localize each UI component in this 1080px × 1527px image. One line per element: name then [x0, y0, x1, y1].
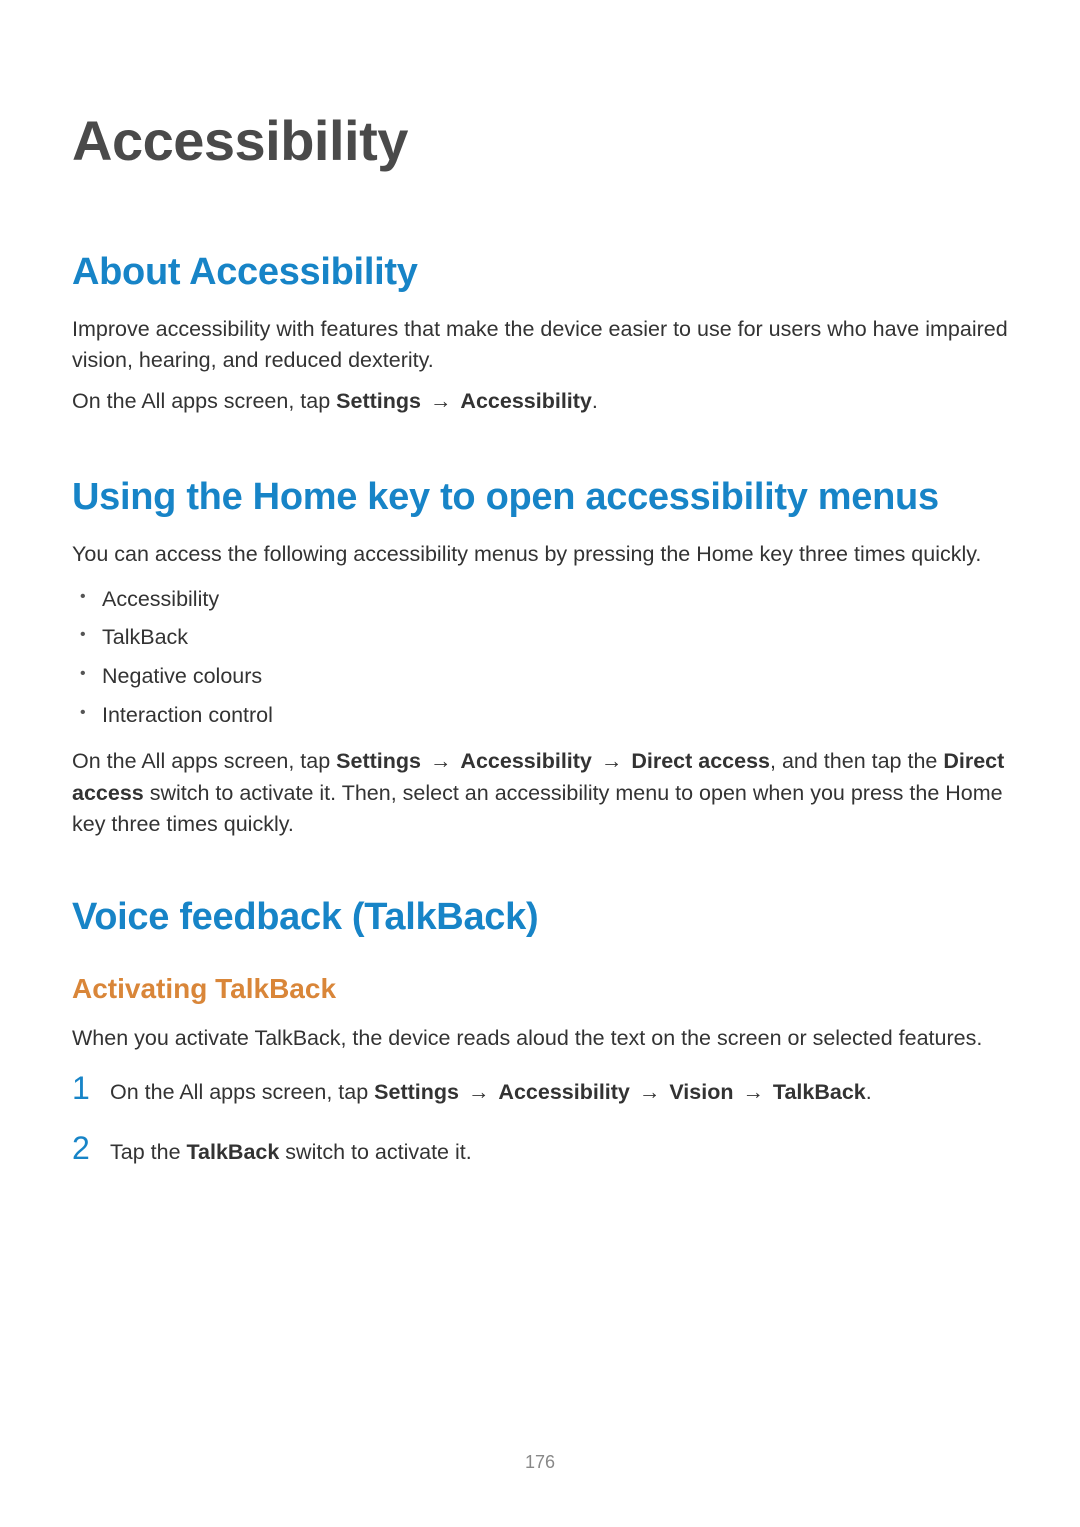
about-paragraph-1: Improve accessibility with features that… — [72, 314, 1008, 376]
heading-about: About Accessibility — [72, 251, 1008, 294]
bold-accessibility: Accessibility — [460, 749, 591, 773]
bold-vision: Vision — [669, 1080, 733, 1104]
text: switch to activate it. — [279, 1140, 471, 1164]
voice-paragraph-1: When you activate TalkBack, the device r… — [72, 1023, 1008, 1054]
bold-settings: Settings — [374, 1080, 459, 1104]
text: switch to activate it. Then, select an a… — [72, 781, 1003, 836]
bold-talkback: TalkBack — [773, 1080, 866, 1104]
arrow-icon: → — [592, 749, 631, 773]
homekey-bullet-list: Accessibility TalkBack Negative colours … — [72, 580, 1008, 735]
text: Tap the — [110, 1140, 187, 1164]
list-item: Negative colours — [102, 657, 1008, 696]
step-number: 2 — [72, 1132, 110, 1164]
homekey-paragraph-2: On the All apps screen, tap Settings → A… — [72, 746, 1008, 840]
section-voice-feedback: Voice feedback (TalkBack) Activating Tal… — [72, 896, 1008, 1169]
heading-homekey: Using the Home key to open accessibility… — [72, 476, 1008, 519]
list-item: Accessibility — [102, 580, 1008, 619]
step-text: Tap the TalkBack switch to activate it. — [110, 1137, 472, 1168]
step-2: 2 Tap the TalkBack switch to activate it… — [72, 1132, 1008, 1168]
section-about: About Accessibility Improve accessibilit… — [72, 251, 1008, 418]
steps-list: 1 On the All apps screen, tap Settings →… — [72, 1072, 1008, 1168]
text: On the All apps screen, tap — [72, 749, 336, 773]
bold-accessibility: Accessibility — [460, 389, 591, 413]
arrow-icon: → — [421, 749, 460, 773]
text: . — [866, 1080, 872, 1104]
arrow-icon: → — [421, 389, 460, 413]
text: , and then tap the — [770, 749, 943, 773]
text: On the All apps screen, tap — [72, 389, 336, 413]
step-number: 1 — [72, 1072, 110, 1104]
heading-voice-feedback: Voice feedback (TalkBack) — [72, 896, 1008, 939]
list-item: Interaction control — [102, 696, 1008, 735]
page-number: 176 — [0, 1452, 1080, 1473]
text: . — [592, 389, 598, 413]
step-text: On the All apps screen, tap Settings → A… — [110, 1077, 872, 1108]
list-item: TalkBack — [102, 618, 1008, 657]
page-title: Accessibility — [72, 108, 1008, 173]
text: On the All apps screen, tap — [110, 1080, 374, 1104]
document-page: Accessibility About Accessibility Improv… — [0, 0, 1080, 1168]
bold-settings: Settings — [336, 749, 421, 773]
bold-accessibility: Accessibility — [498, 1080, 629, 1104]
homekey-paragraph-1: You can access the following accessibili… — [72, 539, 1008, 570]
bold-settings: Settings — [336, 389, 421, 413]
arrow-icon: → — [630, 1080, 669, 1104]
subheading-activating-talkback: Activating TalkBack — [72, 973, 1008, 1005]
bold-direct-access: Direct access — [631, 749, 770, 773]
step-1: 1 On the All apps screen, tap Settings →… — [72, 1072, 1008, 1108]
arrow-icon: → — [733, 1080, 772, 1104]
about-paragraph-2: On the All apps screen, tap Settings → A… — [72, 386, 1008, 417]
section-homekey: Using the Home key to open accessibility… — [72, 476, 1008, 840]
arrow-icon: → — [459, 1080, 498, 1104]
bold-talkback: TalkBack — [187, 1140, 280, 1164]
